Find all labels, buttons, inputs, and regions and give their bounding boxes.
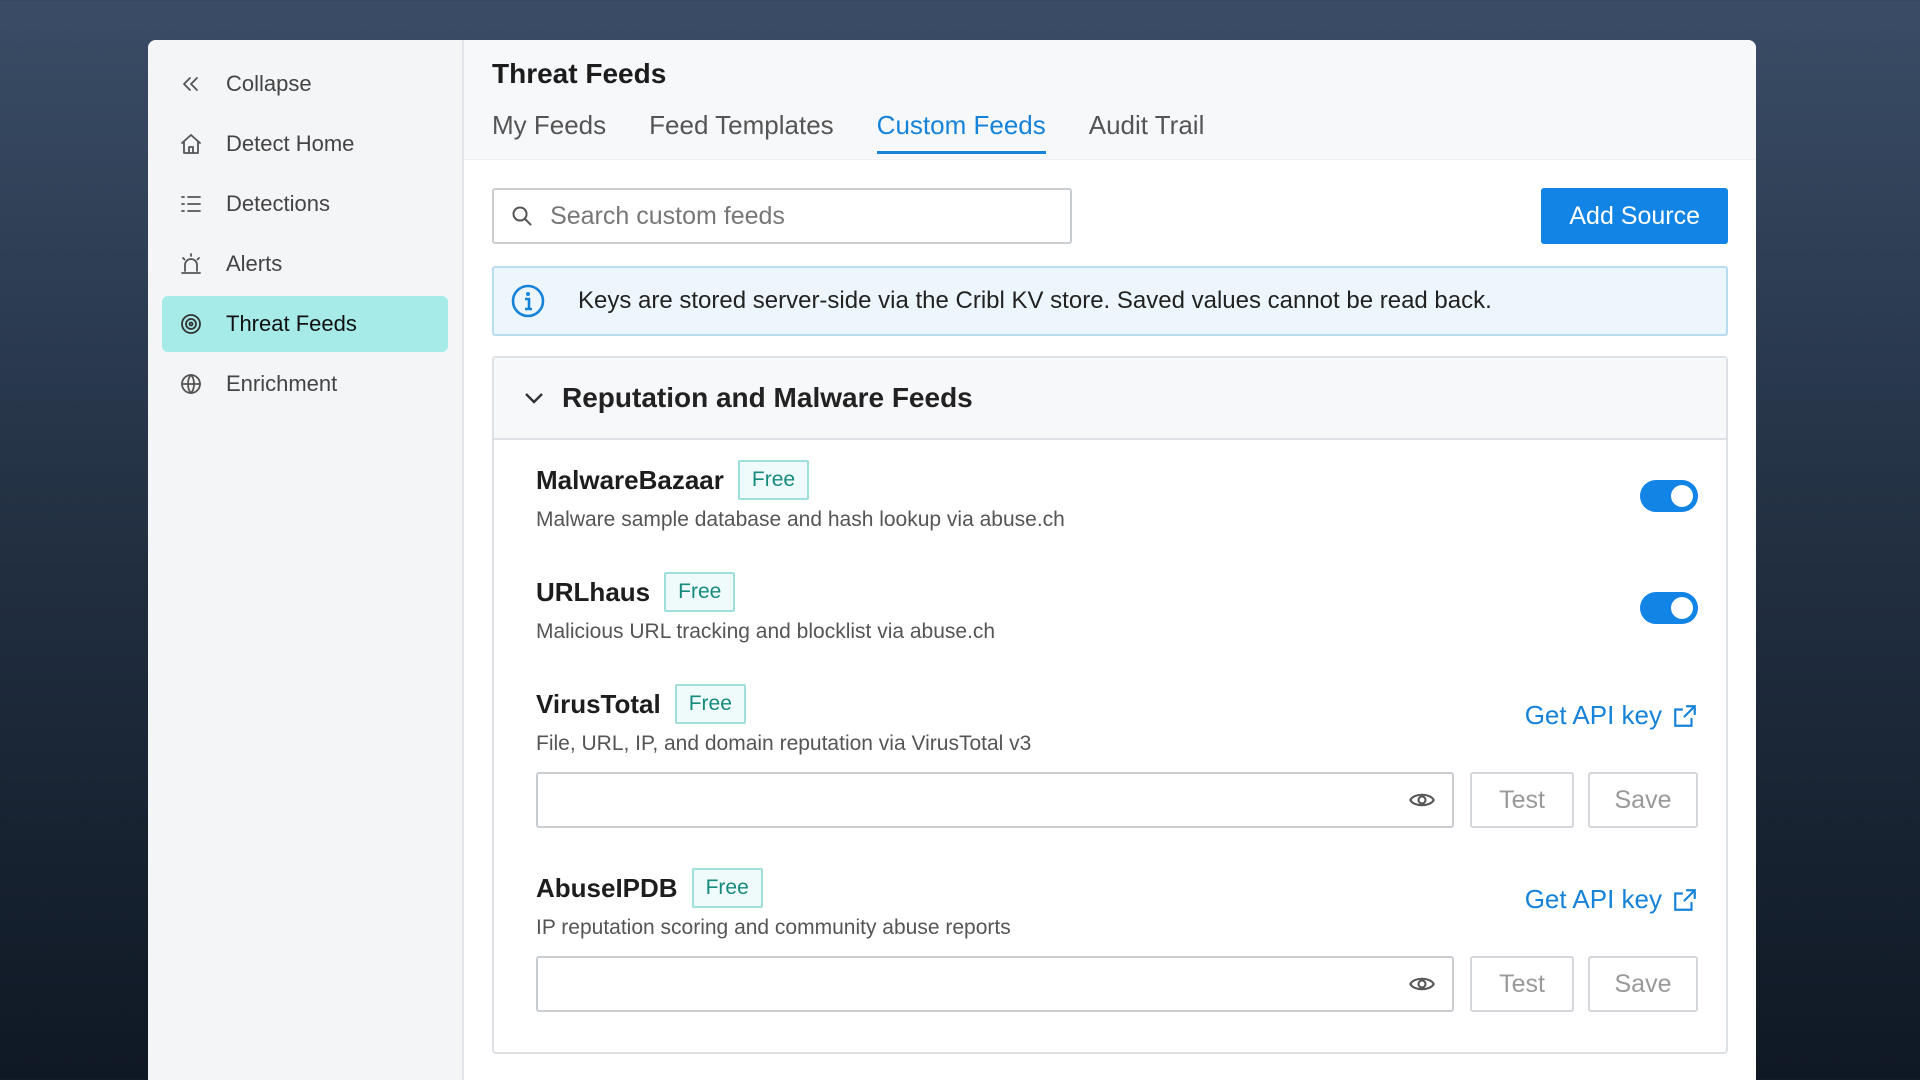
sidebar-item-label: Detections <box>226 191 330 216</box>
alarm-icon <box>178 251 204 277</box>
main-content: Threat Feeds My Feeds Feed Templates Cus… <box>464 40 1756 1080</box>
feed-item-malwarebazaar: MalwareBazaar Free Malware sample databa… <box>536 460 1698 532</box>
api-key-field <box>536 956 1454 1012</box>
tab-feed-templates[interactable]: Feed Templates <box>649 110 834 154</box>
search-input[interactable] <box>550 201 1054 231</box>
save-button[interactable]: Save <box>1588 956 1698 1012</box>
tab-audit-trail[interactable]: Audit Trail <box>1089 110 1205 154</box>
section-title: Reputation and Malware Feeds <box>562 382 973 413</box>
feed-name: URLhaus <box>536 576 651 607</box>
feed-name: AbuseIPDB <box>536 872 678 903</box>
content-area: Add Source Keys are stored server-side v… <box>464 160 1756 1080</box>
feed-description: Malicious URL tracking and blocklist via… <box>536 620 996 643</box>
globe-icon <box>178 371 204 397</box>
tab-custom-feeds[interactable]: Custom Feeds <box>876 110 1046 154</box>
external-link-icon <box>1674 704 1696 727</box>
sidebar-item-detections[interactable]: Detections <box>162 176 448 232</box>
sidebar-item-label: Enrichment <box>226 371 338 396</box>
sidebar-item-alerts[interactable]: Alerts <box>162 236 448 292</box>
free-badge: Free <box>691 868 763 908</box>
feed-item-virustotal: VirusTotal Free File, URL, IP, and domai… <box>536 684 1698 828</box>
link-label: Get API key <box>1524 884 1662 914</box>
sidebar-item-enrichment[interactable]: Enrichment <box>162 356 448 412</box>
sidebar: Collapse Detect Home Detections Alerts T… <box>148 40 464 1080</box>
free-badge: Free <box>737 460 810 500</box>
api-key-input[interactable] <box>554 971 1408 997</box>
link-label: Get API key <box>1524 700 1662 730</box>
chevron-down-icon <box>525 393 543 404</box>
sidebar-item-threat-feeds[interactable]: Threat Feeds <box>162 296 448 352</box>
feed-description: IP reputation scoring and community abus… <box>536 916 1011 939</box>
feed-item-abuseipdb: AbuseIPDB Free IP reputation scoring and… <box>536 868 1698 1012</box>
get-api-key-link[interactable]: Get API key <box>1525 884 1698 915</box>
info-banner: Keys are stored server-side via the Crib… <box>492 266 1728 336</box>
search-box <box>492 188 1072 244</box>
target-icon <box>178 311 204 337</box>
app-window: Collapse Detect Home Detections Alerts T… <box>148 40 1756 1080</box>
feed-item-urlhaus: URLhaus Free Malicious URL tracking and … <box>536 572 1698 644</box>
external-link-icon <box>1674 888 1696 911</box>
home-icon <box>178 131 204 157</box>
sidebar-item-detect-home[interactable]: Detect Home <box>162 116 448 172</box>
save-button[interactable]: Save <box>1588 772 1698 828</box>
feed-toggle[interactable] <box>1640 480 1698 512</box>
feed-description: File, URL, IP, and domain reputation via… <box>536 732 1032 755</box>
page-header: Threat Feeds My Feeds Feed Templates Cus… <box>464 40 1756 160</box>
feed-name: VirusTotal <box>536 688 661 719</box>
info-icon <box>511 284 545 318</box>
search-icon <box>512 206 532 226</box>
api-key-input[interactable] <box>554 787 1408 813</box>
list-icon <box>178 191 204 217</box>
feed-section: Reputation and Malware Feeds MalwareBaza… <box>492 356 1728 1054</box>
eye-icon[interactable] <box>1408 786 1436 814</box>
test-button[interactable]: Test <box>1470 956 1574 1012</box>
feed-toggle[interactable] <box>1640 592 1698 624</box>
info-banner-text: Keys are stored server-side via the Crib… <box>578 287 1492 314</box>
free-badge: Free <box>674 684 746 724</box>
get-api-key-link[interactable]: Get API key <box>1525 700 1698 731</box>
section-header[interactable]: Reputation and Malware Feeds <box>494 358 1726 440</box>
add-source-button[interactable]: Add Source <box>1541 188 1728 244</box>
sidebar-item-label: Collapse <box>226 71 312 96</box>
sidebar-item-collapse[interactable]: Collapse <box>162 56 448 112</box>
feed-name: MalwareBazaar <box>536 464 724 495</box>
tab-bar: My Feeds Feed Templates Custom Feeds Aud… <box>492 110 1728 154</box>
api-key-field <box>536 772 1454 828</box>
free-badge: Free <box>664 572 736 612</box>
sidebar-item-label: Detect Home <box>226 131 355 156</box>
section-body: MalwareBazaar Free Malware sample databa… <box>494 440 1726 1012</box>
page-title: Threat Feeds <box>492 58 667 89</box>
test-button[interactable]: Test <box>1470 772 1574 828</box>
sidebar-item-label: Alerts <box>226 251 283 276</box>
toolbar: Add Source <box>492 188 1728 244</box>
eye-icon[interactable] <box>1408 970 1436 998</box>
chevrons-left-icon <box>178 71 204 97</box>
feed-description: Malware sample database and hash lookup … <box>536 508 1065 531</box>
sidebar-item-label: Threat Feeds <box>226 311 357 336</box>
tab-my-feeds[interactable]: My Feeds <box>492 110 606 154</box>
